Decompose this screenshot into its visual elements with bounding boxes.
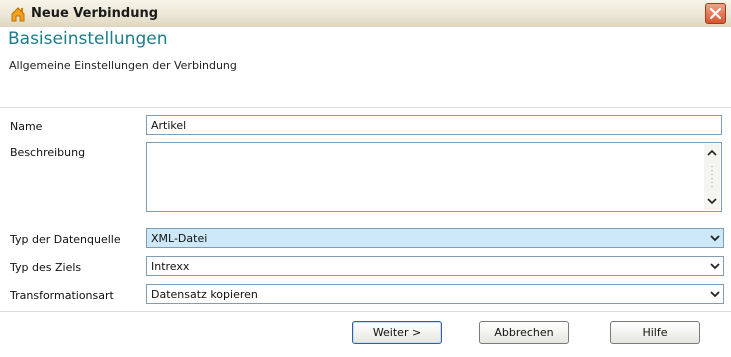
transform-select[interactable]: Datensatz kopieren <box>146 284 724 304</box>
description-textarea[interactable] <box>146 142 722 212</box>
page-subtitle: Allgemeine Einstellungen der Verbindung <box>9 59 237 72</box>
description-scrollbar[interactable] <box>704 144 720 210</box>
page-title: Basiseinstellungen <box>8 29 168 49</box>
transform-value: Datensatz kopieren <box>151 288 258 301</box>
next-button[interactable]: Weiter > <box>352 321 442 344</box>
name-input-value: Artikel <box>151 119 187 132</box>
cancel-button[interactable]: Abbrechen <box>479 321 569 344</box>
chevron-down-icon <box>710 263 720 270</box>
name-label: Name <box>10 120 43 133</box>
scroll-up-icon[interactable] <box>707 149 717 156</box>
dialog-window: Neue Verbindung Basiseinstellungen Allge… <box>0 0 731 357</box>
chevron-down-icon <box>710 291 720 298</box>
title-bar[interactable]: Neue Verbindung <box>0 0 731 28</box>
house-icon <box>10 6 26 22</box>
name-input[interactable]: Artikel <box>146 115 722 135</box>
chevron-down-icon <box>710 235 720 242</box>
target-type-value: Intrexx <box>151 260 190 273</box>
target-type-label: Typ des Ziels <box>10 261 82 274</box>
close-button[interactable] <box>705 3 726 24</box>
help-button[interactable]: Hilfe <box>610 321 700 344</box>
target-type-select[interactable]: Intrexx <box>146 256 724 276</box>
source-type-value: XML-Datei <box>151 232 208 245</box>
close-icon <box>709 7 722 20</box>
window-title: Neue Verbindung <box>31 6 159 21</box>
scroll-down-icon[interactable] <box>707 198 717 205</box>
description-label: Beschreibung <box>10 146 86 159</box>
source-type-label: Typ der Datenquelle <box>10 233 121 246</box>
transform-label: Transformationsart <box>10 289 114 302</box>
source-type-select[interactable]: XML-Datei <box>146 228 724 248</box>
